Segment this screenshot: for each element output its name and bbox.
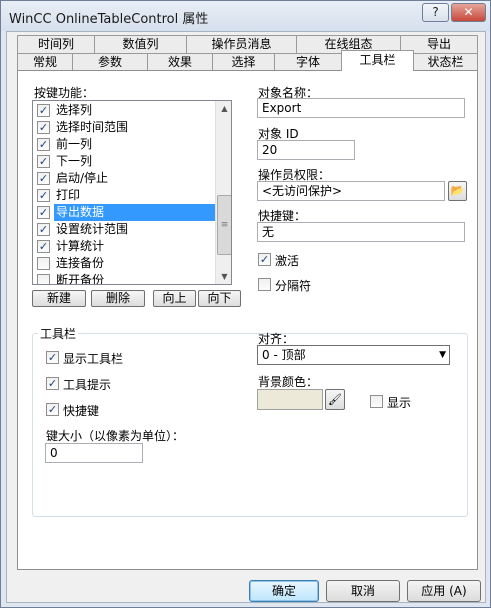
tab-time-column[interactable]: 时间列 [17, 35, 95, 53]
tab-value-column[interactable]: 数值列 [94, 35, 187, 53]
list-item[interactable]: ✓ 设置统计范围 [36, 221, 216, 238]
scroll-thumb[interactable]: ≡ [217, 195, 231, 255]
tab-toolbar[interactable]: 工具栏 [341, 50, 414, 71]
checkbox[interactable]: ✓ [46, 351, 59, 364]
checkbox[interactable]: ✓ [37, 240, 50, 253]
functions-listbox[interactable]: ✓ 选择列 ✓ 选择时间范围 ✓ 前一列 ✓ 下一列 ✓ 启动/停止 ✓ 打印 ✓ 导出数据 … [32, 100, 232, 285]
scroll-up-icon[interactable]: ▲ [217, 101, 231, 116]
checkbox[interactable] [37, 274, 50, 284]
list-item[interactable]: 连接备份 [36, 255, 216, 272]
checkbox[interactable]: ✓ [37, 104, 50, 117]
toolbar-group-title: 工具栏 [38, 325, 79, 342]
checkbox[interactable]: ✓ [37, 206, 50, 219]
tab-effects[interactable]: 效果 [147, 53, 213, 71]
checkbox[interactable]: ✓ [46, 403, 59, 416]
checkbox[interactable]: ✓ [258, 253, 271, 266]
ok-button[interactable]: 确定 [249, 580, 319, 602]
align-select[interactable]: 0 - 顶部 ▼ [257, 345, 450, 365]
list-item[interactable]: ✓ 启动/停止 [36, 170, 216, 187]
list-item[interactable]: 断开备份 [36, 272, 216, 284]
checkbox[interactable]: ✓ [37, 155, 50, 168]
help-button[interactable]: ? [422, 3, 449, 22]
tab-statusbar[interactable]: 状态栏 [413, 53, 478, 71]
list-item[interactable]: ✓ 选择时间范围 [36, 119, 216, 136]
scroll-down-icon[interactable]: ▼ [217, 269, 231, 284]
list-item[interactable]: ✓ 选择列 [36, 102, 216, 119]
shortcut-field[interactable]: 无 [257, 222, 465, 242]
object-name-field[interactable]: Export [257, 98, 465, 118]
close-button[interactable]: ✕ [451, 3, 486, 22]
bg-color-swatch [257, 389, 323, 410]
align-value: 0 - 顶部 [262, 348, 306, 362]
list-item[interactable]: ✓ 前一列 [36, 136, 216, 153]
toolbar-tab-panel: 按键功能： ✓ 选择列 ✓ 选择时间范围 ✓ 前一列 ✓ 下一列 ✓ 启动/停止 ✓ 打印 … [17, 70, 478, 570]
cancel-button[interactable]: 取消 [326, 580, 400, 602]
move-down-button[interactable]: 向下 [198, 290, 241, 307]
list-item[interactable]: ✓ 计算统计 [36, 238, 216, 255]
dialog-client: 时间列 数值列 操作员消息 在线组态 导出 常规 参数 效果 选择 字体 工具栏… [6, 31, 486, 603]
functions-label: 按键功能： [34, 86, 95, 100]
list-item-selected[interactable]: ✓ 导出数据 [36, 204, 216, 221]
list-item[interactable]: ✓ 下一列 [36, 153, 216, 170]
key-size-label: 键大小（以像素为单位）： [46, 429, 185, 443]
tab-selection[interactable]: 选择 [212, 53, 275, 71]
window-title: WinCC OnlineTableControl 属性 [9, 12, 209, 27]
checkbox[interactable]: ✓ [37, 121, 50, 134]
key-size-field[interactable]: 0 [45, 443, 143, 463]
checkbox[interactable] [370, 395, 383, 408]
checkbox[interactable]: ✓ [46, 377, 59, 390]
list-scrollbar[interactable]: ▲ ≡ ▼ [215, 101, 231, 284]
tab-parameters[interactable]: 参数 [72, 53, 148, 71]
checkbox[interactable] [37, 257, 50, 270]
tab-general[interactable]: 常规 [17, 53, 73, 71]
checkbox[interactable] [258, 278, 271, 291]
apply-button[interactable]: 应用 (A) [407, 580, 481, 602]
checkbox[interactable]: ✓ [37, 138, 50, 151]
list-item[interactable]: ✓ 打印 [36, 187, 216, 204]
new-button[interactable]: 新建 [32, 290, 86, 307]
chevron-down-icon: ▼ [439, 350, 446, 360]
object-id-field[interactable]: 20 [257, 140, 355, 160]
tab-font[interactable]: 字体 [274, 53, 342, 71]
bg-color-label: 背景颜色： [258, 375, 319, 389]
folder-open-icon[interactable]: 📂 [448, 181, 467, 201]
checkbox[interactable]: ✓ [37, 189, 50, 202]
color-picker-icon[interactable]: 🖌 [325, 389, 345, 410]
delete-button[interactable]: 删除 [91, 290, 145, 307]
operator-rights-field[interactable]: <无访问保护> [257, 181, 445, 201]
checkbox[interactable]: ✓ [37, 172, 50, 185]
tab-operator-messages[interactable]: 操作员消息 [186, 35, 297, 53]
properties-window: WinCC OnlineTableControl 属性 ? ✕ 时间列 数值列 … [0, 0, 491, 608]
checkbox[interactable]: ✓ [37, 223, 50, 236]
move-up-button[interactable]: 向上 [153, 290, 196, 307]
title-bar: WinCC OnlineTableControl 属性 ? ✕ [1, 1, 490, 31]
